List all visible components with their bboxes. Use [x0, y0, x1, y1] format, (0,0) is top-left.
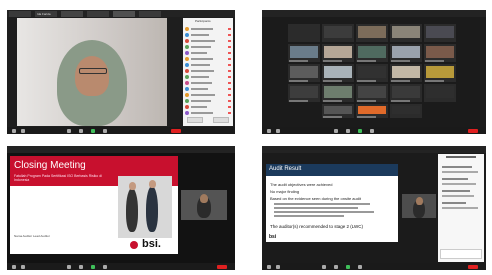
camera-icon[interactable] [21, 129, 25, 133]
slide-presenter: Nama Auditor Lead Auditor [14, 234, 50, 238]
speaker-video [17, 18, 167, 126]
screenshot-bottom-right: Audit Result The audit objectives were a… [262, 146, 486, 270]
speaker-thumbnail [181, 190, 227, 220]
end-meeting-button[interactable] [217, 265, 227, 269]
meeting-controls [262, 127, 486, 134]
chat-icon[interactable] [79, 129, 83, 133]
slide-subtitle: Fatullah Program Pada Sertifikasi ISO Be… [14, 174, 102, 182]
gallery-strip: Ida Farida [7, 10, 235, 17]
footer-brand: bsi [269, 234, 277, 240]
window-title-bar [262, 146, 486, 153]
bullet-2: No major finding [270, 189, 300, 194]
chat-panel[interactable] [438, 154, 484, 262]
speaker-thumbnail [402, 194, 436, 218]
shared-slide: Closing Meeting Fatullah Program Pada Se… [10, 156, 178, 254]
speaker-face [75, 56, 109, 96]
end-meeting-button[interactable] [171, 129, 181, 133]
participants-panel[interactable]: Participants [183, 18, 233, 126]
bsi-logo [130, 241, 138, 249]
screenshot-top-right [262, 10, 486, 134]
slide-photo [118, 176, 172, 238]
end-meeting-button[interactable] [468, 265, 478, 269]
slide-title: Audit Result [269, 166, 302, 172]
meeting-controls [7, 127, 235, 134]
bullet-4: The auditor(s) recommended to stage 2 (L… [270, 224, 363, 229]
shared-slide: Audit Result The audit objectives were a… [266, 164, 398, 242]
bsi-brand: bsi. [142, 238, 161, 250]
record-icon[interactable] [103, 129, 107, 133]
mute-all-button[interactable] [213, 117, 229, 123]
screenshot-bottom-left: Closing Meeting Fatullah Program Pada Se… [7, 146, 235, 270]
invite-button[interactable] [187, 117, 203, 123]
microphone-icon[interactable] [12, 129, 16, 133]
share-screen-icon[interactable] [91, 129, 95, 133]
window-title-bar [262, 10, 486, 17]
end-meeting-button[interactable] [468, 129, 478, 133]
video-gallery [288, 24, 458, 118]
slide-title: Closing Meeting [14, 160, 86, 171]
screenshot-top-left: Ida Farida Participants [7, 10, 235, 134]
window-title-bar [7, 146, 235, 153]
meeting-controls [262, 263, 486, 270]
chat-input[interactable] [440, 249, 482, 259]
meeting-controls [7, 263, 235, 270]
bullet-1: The audit objectives were achieved [270, 182, 333, 187]
speaker-glasses [79, 68, 107, 74]
bullet-3: Based on the evidence seen during the on… [270, 196, 361, 201]
participants-icon[interactable] [67, 129, 71, 133]
